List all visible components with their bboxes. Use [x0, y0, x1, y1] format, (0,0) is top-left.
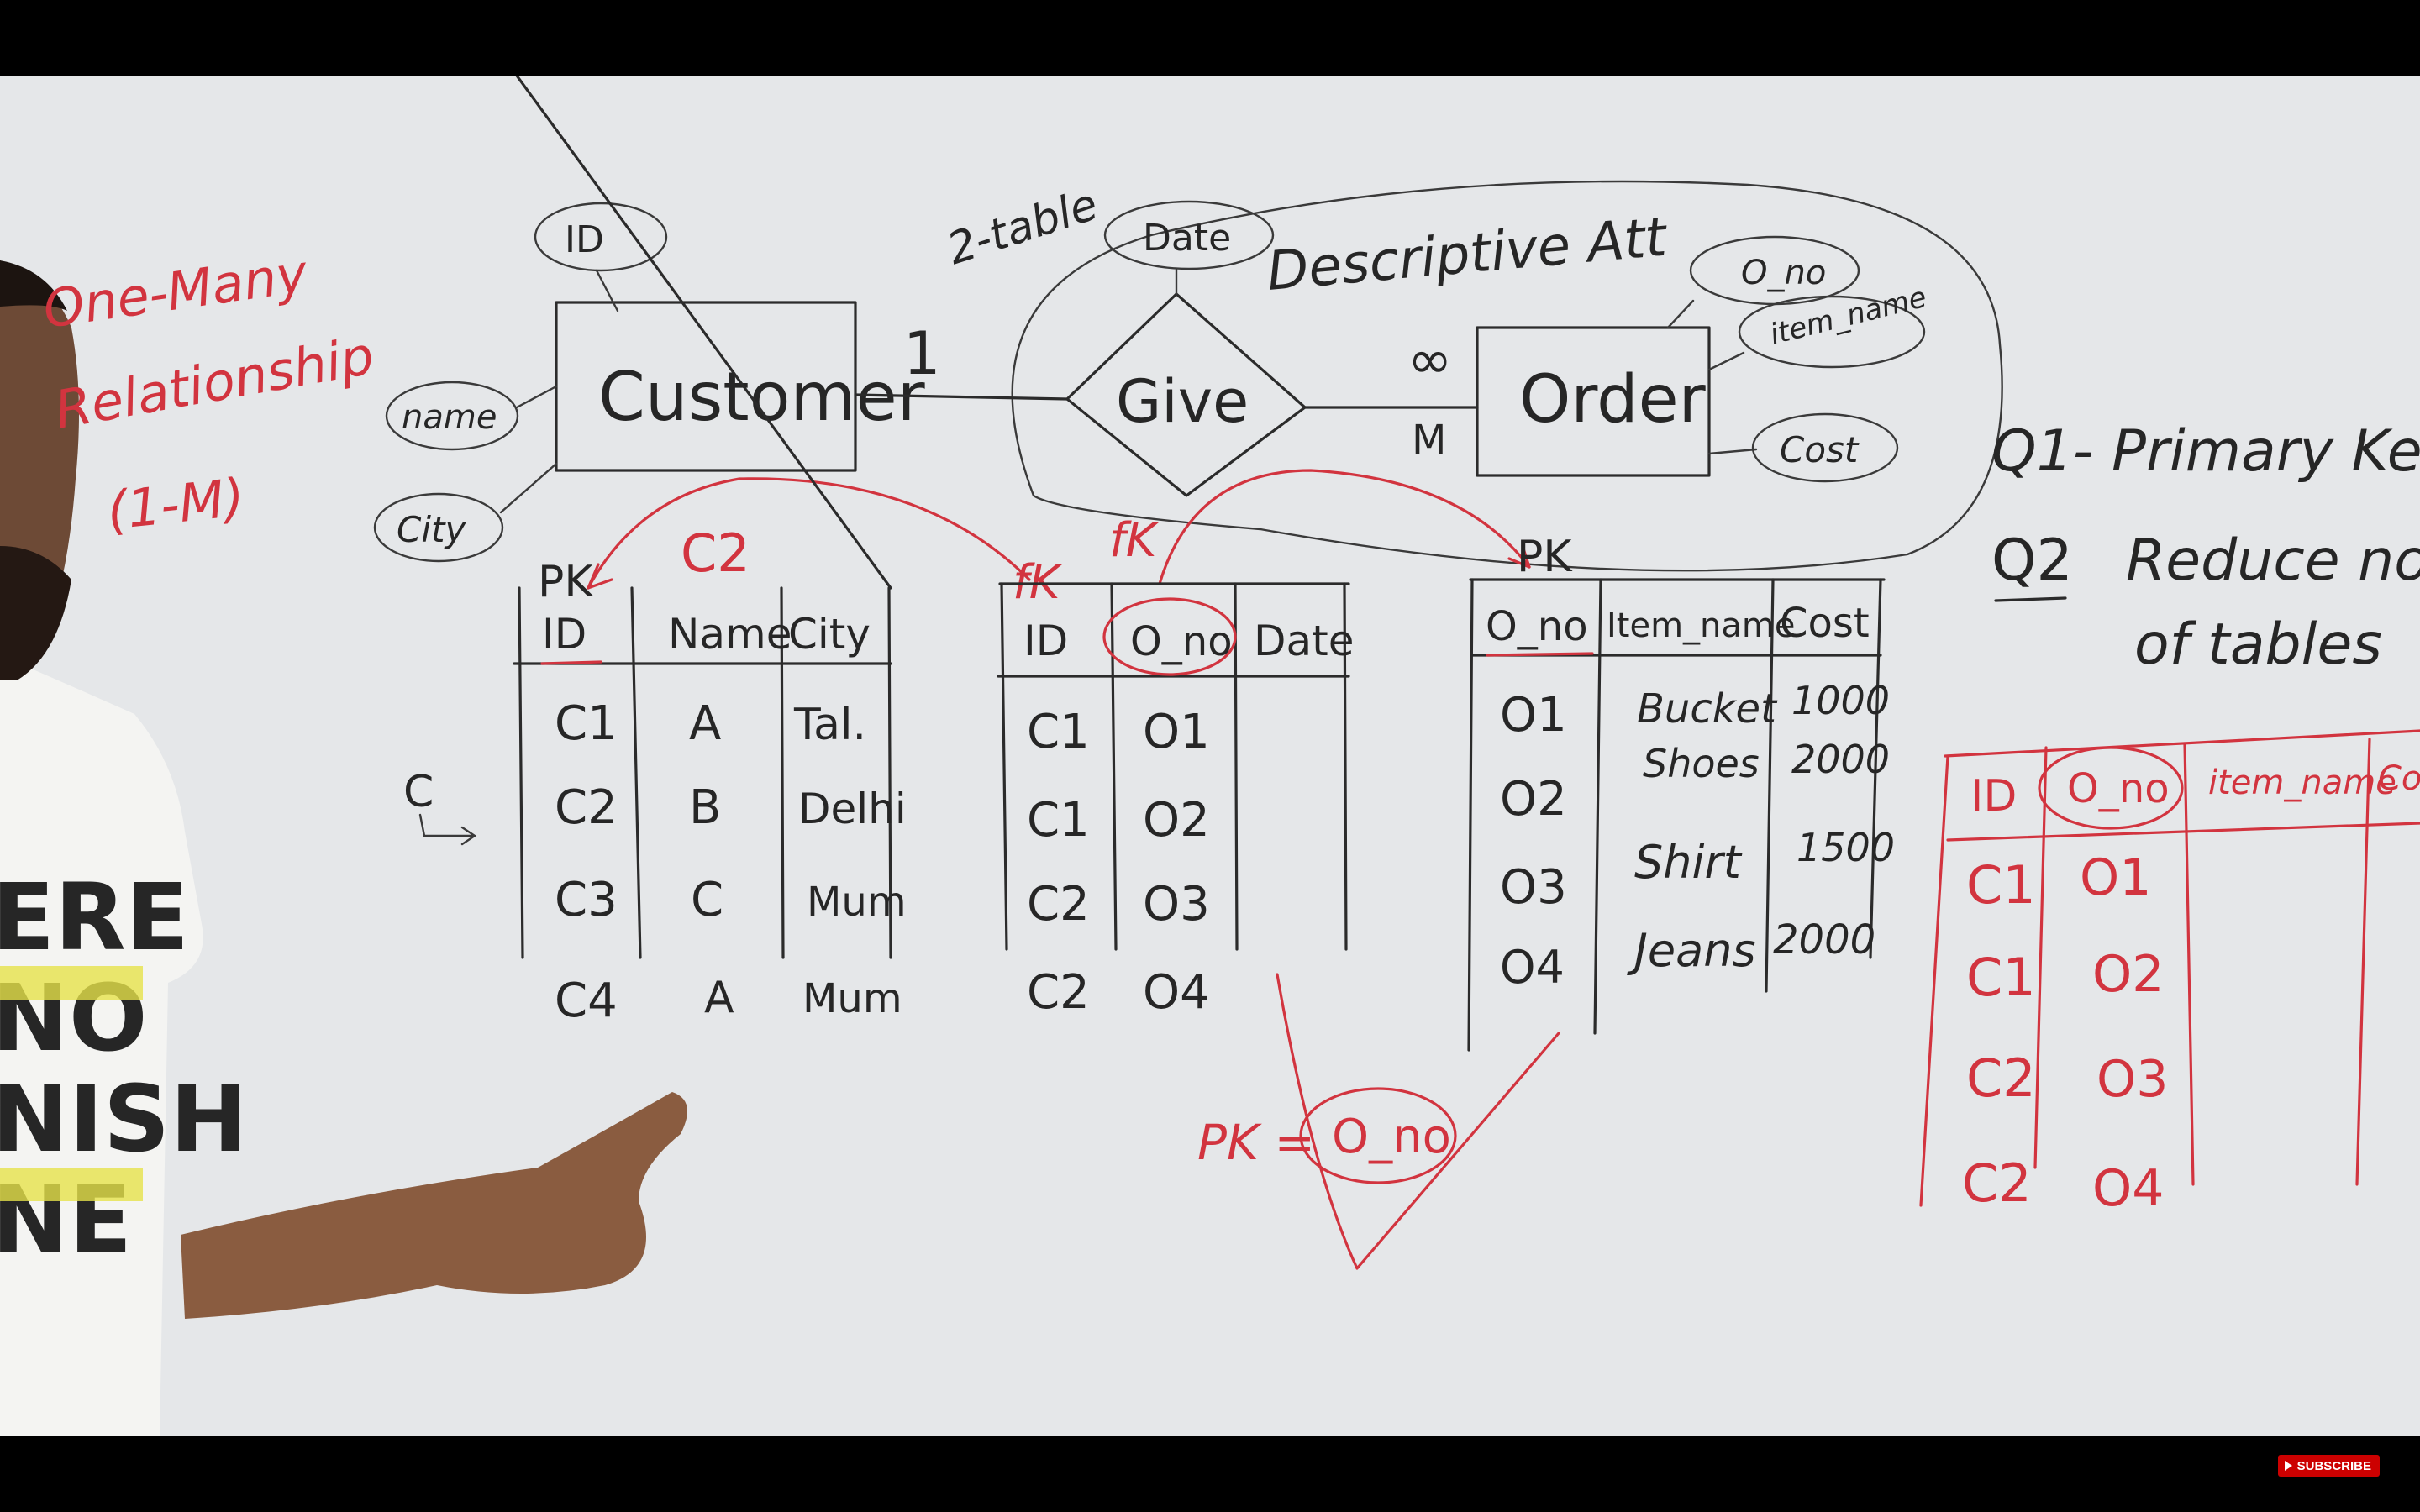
pk-label-customer: PK [538, 557, 594, 607]
c-arrow-label: C [403, 767, 434, 817]
attr-cost-er: Cost [1780, 429, 1860, 470]
attr-date: Date [1143, 217, 1231, 260]
order-r1c2: 2000 [1791, 737, 1890, 782]
order-h1: Item_name [1607, 606, 1796, 645]
shirt-print-1: ERE [0, 864, 189, 971]
question-2-line2: of tables [2134, 612, 2382, 678]
order-r0c2: 1000 [1791, 678, 1890, 723]
merged-h1: O_no [2067, 765, 2170, 812]
c2-label: C2 [681, 522, 750, 584]
give-h1: O_no [1130, 618, 1233, 665]
question-1: Q1- Primary Key [1991, 418, 2420, 485]
cardinality-m: M [1412, 417, 1446, 464]
merged-h2: item_name [2208, 764, 2396, 802]
order-r1c1: Shoes [1643, 741, 1760, 786]
merged-r2c1: O3 [2096, 1050, 2168, 1109]
merged-h0: ID [1970, 771, 2017, 822]
fk-label-2: fK [1109, 513, 1160, 568]
cust-r2c2: Mum [807, 879, 907, 926]
video-player[interactable]: ERE NO NISH NE One-Many Relationship (1-… [0, 0, 2420, 1512]
cust-r3c2: Mum [802, 975, 902, 1022]
give-r2c0: C2 [1027, 877, 1090, 932]
merged-h3: Cost [2378, 759, 2420, 798]
order-r3c0: O4 [1500, 941, 1565, 994]
cust-r2c1: C [691, 873, 723, 927]
entity-order: Order [1519, 362, 1707, 438]
attr-name: name [402, 398, 497, 437]
play-icon [2284, 1461, 2292, 1471]
merged-r1c0: C1 [1966, 947, 2036, 1008]
cust-r0c2: Tal. [793, 700, 866, 750]
merged-r3c0: C2 [1962, 1152, 2032, 1214]
cust-r1c0: C2 [555, 780, 618, 835]
give-r0c0: C1 [1027, 705, 1090, 759]
cust-r0c1: A [689, 696, 721, 751]
cust-h0: ID [542, 610, 587, 659]
cardinality-one: 1 [903, 319, 941, 388]
order-r0c1: Bucket [1637, 685, 1778, 732]
order-r1c0: O2 [1500, 772, 1567, 827]
give-r3c0: C2 [1027, 965, 1090, 1020]
merged-r0c0: C1 [1966, 854, 2036, 916]
attr-id: ID [565, 218, 604, 261]
cust-r3c0: C4 [555, 974, 618, 1028]
give-r2c1: O3 [1143, 877, 1210, 932]
relationship-give: Give [1116, 367, 1249, 436]
entity-customer: Customer [598, 358, 925, 436]
cust-h1: Name [668, 610, 792, 659]
order-r3c1: Jeans [1627, 924, 1756, 977]
order-r2c1: Shirt [1634, 836, 1743, 889]
cust-r3c1: A [704, 973, 734, 1023]
question-2-label: Q2 [1991, 528, 2073, 594]
pk-label-order: PK [1517, 532, 1573, 582]
merged-r1c1: O2 [2092, 945, 2164, 1004]
subscribe-button[interactable]: SUBSCRIBE [2277, 1455, 2380, 1477]
give-r3c1: O4 [1143, 965, 1210, 1020]
attr-ono-er: O_no [1741, 254, 1826, 292]
shirt-print-3: NISH [0, 1065, 247, 1173]
merged-r2c0: C2 [1966, 1047, 2036, 1109]
cust-r2c0: C3 [555, 873, 618, 927]
pk-ono: O_no [1332, 1110, 1451, 1164]
merged-r3c1: O4 [2092, 1159, 2164, 1218]
subscribe-label: SUBSCRIBE [2296, 1458, 2371, 1473]
question-2-line1: Reduce no [2126, 528, 2420, 594]
give-r1c1: O2 [1143, 793, 1210, 848]
order-r3c2: 2000 [1773, 916, 1876, 963]
cust-r1c2: Delhi [798, 785, 907, 833]
give-h2: Date [1254, 617, 1355, 665]
order-r2c2: 1500 [1797, 825, 1895, 870]
whiteboard-drawing: ERE NO NISH NE One-Many Relationship (1-… [0, 76, 2420, 1436]
cust-r1c1: B [689, 780, 721, 835]
give-r1c0: C1 [1027, 793, 1090, 848]
pk-equals: PK = [1197, 1114, 1315, 1171]
cardinality-infinity: ∞ [1407, 329, 1452, 391]
order-h0: O_no [1486, 603, 1588, 650]
whiteboard-frame: ERE NO NISH NE One-Many Relationship (1-… [0, 76, 2420, 1436]
cust-r0c0: C1 [555, 696, 618, 751]
attr-city: City [397, 509, 466, 550]
give-r0c1: O1 [1143, 705, 1210, 759]
cust-h2: City [788, 610, 871, 659]
order-r2c0: O3 [1500, 860, 1567, 915]
merged-r0c1: O1 [2080, 848, 2151, 907]
order-h2: Cost [1780, 600, 1870, 647]
order-r0c0: O1 [1500, 688, 1567, 743]
give-h0: ID [1023, 617, 1068, 665]
